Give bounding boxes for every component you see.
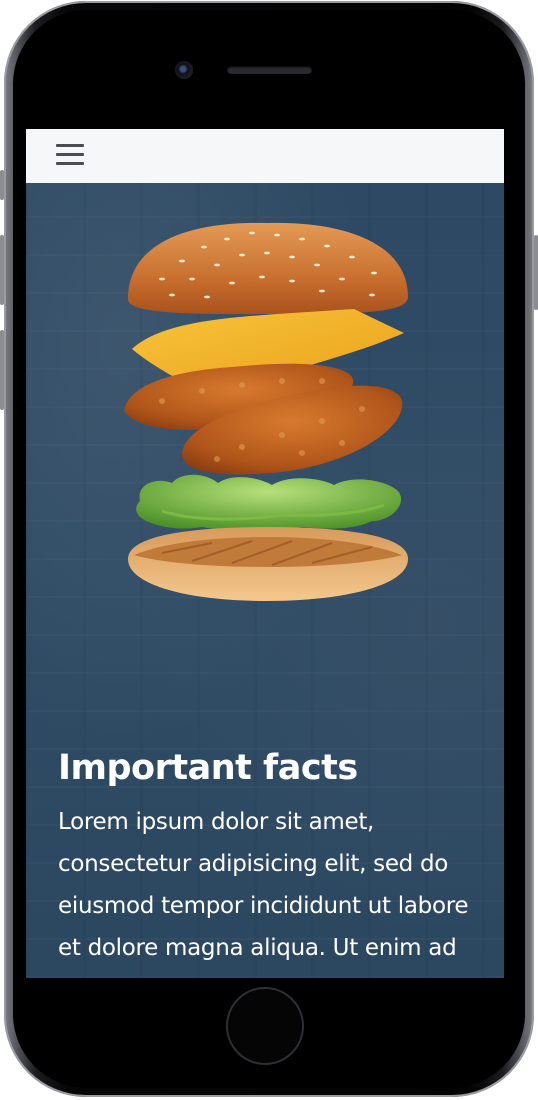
hero-section: Important facts Lorem ipsum dolor sit am… [26,183,504,978]
phone-screen: Important facts Lorem ipsum dolor sit am… [26,129,504,978]
front-camera [175,61,193,79]
burger-ingredients-image [124,222,408,601]
section-body-text: Lorem ipsum dolor sit amet, consectetur … [58,809,469,978]
home-button[interactable] [226,987,304,1065]
earpiece-speaker [227,66,312,74]
hamburger-menu-icon[interactable] [56,143,86,167]
volume-down-button [0,330,4,410]
section-title: Important facts [58,748,358,788]
power-button [534,235,538,310]
mute-switch [0,170,4,200]
volume-up-button [0,235,4,305]
navbar [26,129,504,183]
